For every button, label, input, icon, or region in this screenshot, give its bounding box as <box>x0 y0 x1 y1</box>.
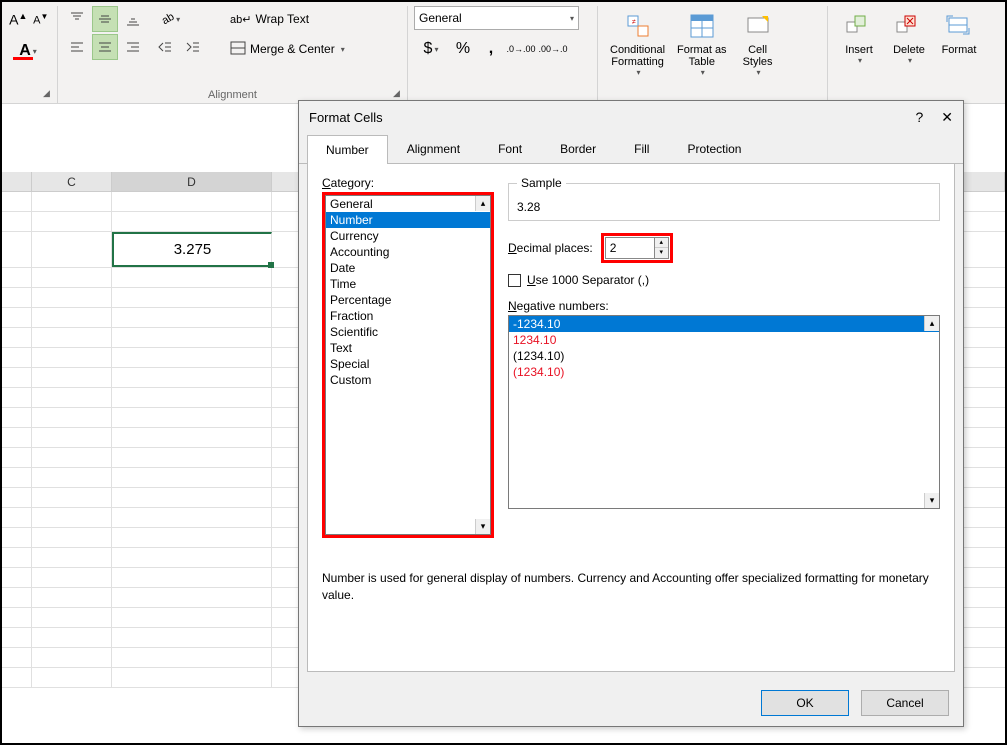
conditional-formatting-icon: ≠ <box>622 10 654 42</box>
category-item[interactable]: Fraction <box>326 308 490 324</box>
category-item[interactable]: Accounting <box>326 244 490 260</box>
tab-border[interactable]: Border <box>541 134 615 163</box>
fill-handle[interactable] <box>268 262 274 268</box>
wrap-text-icon: ab↵ <box>230 13 251 26</box>
category-item[interactable]: Number <box>326 212 490 228</box>
dialog-launcher-icon[interactable]: ◢ <box>43 88 55 100</box>
column-header-c[interactable]: C <box>32 172 112 191</box>
cell-styles-button[interactable]: Cell Styles▾ <box>733 6 783 88</box>
negative-item[interactable]: (1234.10) <box>509 348 939 364</box>
use-separator-label: Use 1000 Separator (,) <box>527 273 649 287</box>
tab-fill[interactable]: Fill <box>615 134 668 163</box>
align-left-button[interactable] <box>64 34 90 60</box>
category-item[interactable]: Custom <box>326 372 490 388</box>
merge-icon <box>230 41 246 58</box>
dialog-tabs: Number Alignment Font Border Fill Protec… <box>299 134 963 164</box>
align-right-button[interactable] <box>120 34 146 60</box>
ok-button[interactable]: OK <box>761 690 849 716</box>
category-description: Number is used for general display of nu… <box>322 570 940 604</box>
orientation-button[interactable]: ab▾ <box>152 6 190 32</box>
use-separator-checkbox[interactable] <box>508 274 521 287</box>
format-as-table-button[interactable]: Format as Table▾ <box>671 6 733 88</box>
tab-font[interactable]: Font <box>479 134 541 163</box>
category-label: Category: <box>322 176 490 190</box>
scroll-up-icon[interactable]: ▴ <box>924 316 939 331</box>
help-button[interactable]: ? <box>915 109 923 126</box>
wrap-text-button[interactable]: ab↵ Wrap Text <box>224 6 351 32</box>
delete-button[interactable]: Delete▾ <box>884 6 934 88</box>
category-list[interactable]: ▴ General Number Currency Accounting Dat… <box>325 195 491 535</box>
number-format-value: General <box>419 11 462 25</box>
tab-number[interactable]: Number <box>307 135 388 164</box>
category-item[interactable]: Percentage <box>326 292 490 308</box>
spinner-down-icon[interactable]: ▾ <box>655 248 668 258</box>
conditional-formatting-button[interactable]: ≠ Conditional Formatting▾ <box>604 6 671 88</box>
number-format-combo[interactable]: General ▾ <box>414 6 579 30</box>
align-middle-button[interactable] <box>92 6 118 32</box>
comma-format-button[interactable]: , <box>478 36 504 62</box>
chevron-down-icon: ▾ <box>570 14 574 23</box>
negative-item[interactable]: -1234.10 <box>509 316 939 332</box>
tab-alignment[interactable]: Alignment <box>388 134 479 163</box>
format-cells-dialog: Format Cells ? ✕ Number Alignment Font B… <box>298 100 964 727</box>
spinner-up-icon[interactable]: ▴ <box>655 238 668 248</box>
insert-button[interactable]: Insert▾ <box>834 6 884 88</box>
category-item[interactable]: Currency <box>326 228 490 244</box>
cancel-button[interactable]: Cancel <box>861 690 949 716</box>
scroll-down-icon[interactable]: ▾ <box>475 519 490 534</box>
category-item[interactable]: General <box>326 196 490 212</box>
decrease-decimal-button[interactable]: .00→.0 <box>538 36 568 62</box>
insert-icon <box>843 10 875 42</box>
increase-indent-button[interactable] <box>180 34 206 60</box>
sample-value: 3.28 <box>517 200 931 214</box>
decimal-places-input[interactable] <box>606 238 654 258</box>
accounting-format-button[interactable]: $▾ <box>414 36 448 62</box>
ribbon: A▲ A▼ A ▾ ◢ <box>2 2 1005 104</box>
dialog-titlebar: Format Cells ? ✕ <box>299 101 963 134</box>
negative-item[interactable]: 1234.10 <box>509 332 939 348</box>
align-bottom-button[interactable] <box>120 6 146 32</box>
category-item[interactable]: Special <box>326 356 490 372</box>
scroll-down-icon[interactable]: ▾ <box>924 493 939 508</box>
format-button[interactable]: Format <box>934 6 984 88</box>
tab-protection[interactable]: Protection <box>668 134 760 163</box>
category-item[interactable]: Text <box>326 340 490 356</box>
align-center-button[interactable] <box>92 34 118 60</box>
sample-label: Sample <box>517 176 566 190</box>
negative-numbers-list[interactable]: ▴ -1234.10 1234.10 (1234.10) (1234.10) ▾ <box>508 315 940 509</box>
alignment-dialog-launcher[interactable]: ◢ <box>393 88 405 100</box>
format-icon <box>943 10 975 42</box>
decimal-places-label: Decimal places: <box>508 241 593 255</box>
wrap-text-label: Wrap Text <box>255 12 309 26</box>
category-item[interactable]: Scientific <box>326 324 490 340</box>
selected-cell[interactable]: 3.275 <box>112 232 272 267</box>
decrease-font-button[interactable]: A▼ <box>31 6 52 32</box>
negative-item[interactable]: (1234.10) <box>509 364 939 380</box>
merge-center-label: Merge & Center <box>250 42 335 56</box>
merge-center-button[interactable]: Merge & Center ▾ <box>224 36 351 62</box>
negative-numbers-label: Negative numbers: <box>508 299 940 313</box>
svg-text:≠: ≠ <box>632 19 636 26</box>
font-color-button[interactable]: A ▾ <box>8 38 48 64</box>
decimal-places-spinner[interactable]: ▴ ▾ <box>605 237 669 259</box>
decrease-indent-button[interactable] <box>152 34 178 60</box>
scroll-up-icon[interactable]: ▴ <box>475 196 490 211</box>
increase-font-button[interactable]: A▲ <box>8 6 29 32</box>
column-header-d[interactable]: D <box>112 172 272 191</box>
category-item[interactable]: Time <box>326 276 490 292</box>
dialog-title: Format Cells <box>309 110 383 125</box>
close-button[interactable]: ✕ <box>941 109 953 126</box>
sample-box: Sample 3.28 <box>508 176 940 221</box>
cell-value: 3.275 <box>174 241 212 258</box>
align-top-button[interactable] <box>64 6 90 32</box>
format-as-table-icon <box>686 10 718 42</box>
cell-styles-icon <box>742 10 774 42</box>
delete-icon <box>893 10 925 42</box>
increase-decimal-button[interactable]: .0→.00 <box>506 36 536 62</box>
category-item[interactable]: Date <box>326 260 490 276</box>
percent-format-button[interactable]: % <box>450 36 476 62</box>
